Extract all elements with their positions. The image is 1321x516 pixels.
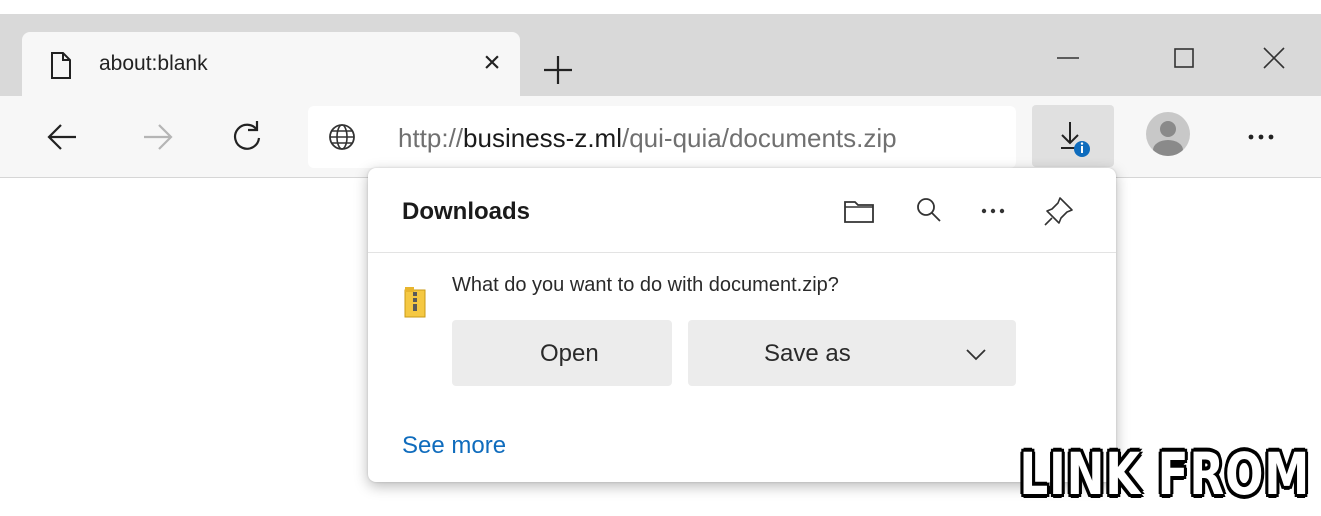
tab-close-button[interactable]: × [477,48,507,78]
save-as-button[interactable]: Save as [688,320,1016,386]
open-button[interactable]: Open [452,320,672,386]
pin-icon[interactable] [1040,192,1078,230]
page-icon [51,52,71,79]
save-as-button-label: Save as [764,340,851,367]
minimize-button[interactable] [1048,38,1088,78]
tab-title: about:blank [99,52,208,75]
refresh-button[interactable] [226,116,268,158]
chevron-down-icon[interactable] [962,340,990,368]
more-icon[interactable] [974,192,1012,230]
url-path: /qui-quia/documents.zip [621,123,897,153]
close-window-button[interactable] [1254,38,1294,78]
url-host: business-z.ml [463,123,622,153]
search-icon[interactable] [910,192,948,230]
open-button-label: Open [540,340,599,367]
back-button[interactable] [42,116,84,158]
maximize-button[interactable] [1164,38,1204,78]
url-scheme: http:// [398,123,464,153]
download-prompt: What do you want to do with document.zip… [452,274,839,296]
toolbar: http://business-z.ml/qui-quia/documents.… [0,96,1321,178]
address-bar[interactable]: http://business-z.ml/qui-quia/documents.… [308,106,1016,168]
forward-button[interactable] [136,116,178,158]
see-more-link[interactable]: See more [402,432,506,460]
profile-icon [1153,121,1183,156]
settings-more-button[interactable] [1240,116,1282,158]
downloads-title: Downloads [402,198,531,225]
url-text[interactable]: http://business-z.ml/qui-quia/documents.… [398,123,897,154]
meme-caption: LINK FROM EMAIL [1019,440,1310,508]
download-icon [1061,122,1090,157]
zip-file-icon [404,287,426,318]
new-tab-button[interactable] [538,50,578,90]
downloads-button[interactable] [1032,105,1114,167]
tab-about-blank[interactable]: about:blank × [22,32,520,96]
globe-icon [329,124,355,150]
flyout-divider [368,252,1116,253]
tab-strip: about:blank × [0,14,1321,96]
avatar[interactable] [1146,112,1190,156]
folder-icon[interactable] [840,192,878,230]
